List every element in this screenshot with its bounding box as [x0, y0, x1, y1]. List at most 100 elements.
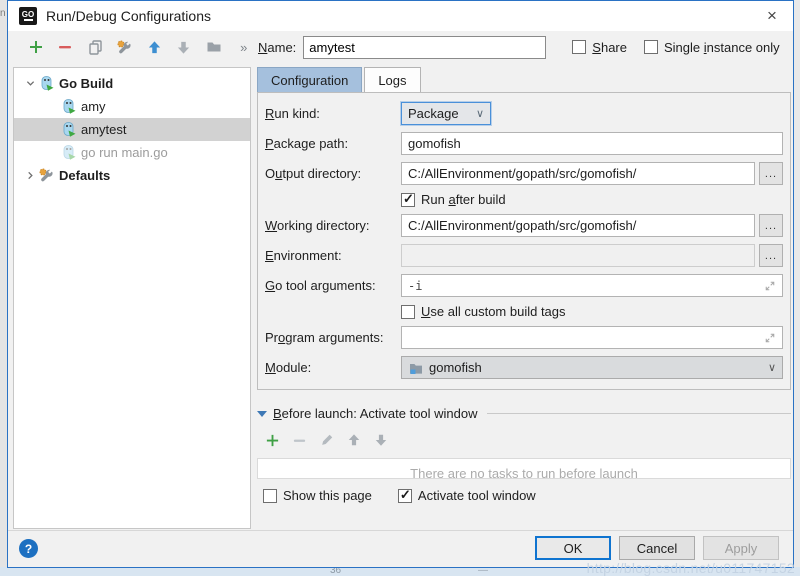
remove-icon: [57, 39, 73, 55]
move-down-icon: [374, 433, 388, 447]
working-directory-input[interactable]: C:/AllEnvironment/gopath/src/gomofish/: [401, 214, 755, 237]
tab-logs[interactable]: Logs: [364, 67, 420, 92]
single-instance-checkbox[interactable]: Single instance only: [644, 40, 780, 55]
tree-item-amy[interactable]: amy: [14, 95, 250, 118]
tab-configuration[interactable]: Configuration: [257, 67, 362, 92]
go-build-icon: [38, 75, 55, 92]
copy-icon: [87, 39, 104, 56]
edit-task-button[interactable]: [313, 429, 340, 451]
remove-icon: [292, 433, 307, 448]
output-directory-browse-button[interactable]: ...: [759, 162, 783, 185]
header-rule: [487, 413, 791, 414]
move-up-button[interactable]: [140, 36, 170, 58]
go-build-icon: [60, 121, 77, 138]
program-arguments-input[interactable]: [401, 326, 783, 349]
output-directory-input[interactable]: C:/AllEnvironment/gopath/src/gomofish/: [401, 162, 755, 185]
tree-item-label: amytest: [81, 122, 127, 137]
expand-field-icon[interactable]: [764, 332, 776, 344]
edit-defaults-button[interactable]: [110, 36, 140, 58]
activate-tool-window-checkbox[interactable]: Activate tool window: [398, 488, 536, 503]
activate-tool-window-label: Activate tool window: [418, 488, 536, 503]
collapse-triangle-icon[interactable]: [257, 411, 267, 417]
go-tool-arguments-value: -i: [408, 279, 422, 293]
show-this-page-checkbox[interactable]: Show this page: [263, 488, 372, 503]
goland-logo-icon: GO: [19, 7, 37, 25]
chevron-down-icon[interactable]: [22, 79, 38, 88]
run-kind-label: Run kind:: [265, 106, 401, 121]
working-directory-browse-button[interactable]: ...: [759, 214, 783, 237]
configuration-panel: Configuration Logs Run kind: Package ∨ P…: [257, 67, 791, 503]
module-select[interactable]: gomofish ∨: [401, 356, 783, 379]
show-this-page-label: Show this page: [283, 488, 372, 503]
share-checkbox-box: [572, 40, 586, 54]
run-debug-configurations-dialog: GO Run/Debug Configurations ×: [7, 0, 794, 568]
run-kind-value: Package: [408, 106, 459, 121]
activate-tool-window-checkbox-box: [398, 489, 412, 503]
module-value: gomofish: [429, 360, 482, 375]
environment-browse-button[interactable]: ...: [759, 244, 783, 267]
add-icon: [265, 433, 280, 448]
module-folder-icon: [408, 360, 424, 376]
tree-item-label: Go Build: [59, 76, 113, 91]
package-path-input[interactable]: gomofish: [401, 132, 783, 155]
name-label: Name:: [258, 40, 296, 55]
show-this-page-checkbox-box: [263, 489, 277, 503]
go-tool-arguments-label: Go tool arguments:: [265, 278, 401, 293]
tree-item-label: go run main.go: [81, 145, 168, 160]
environment-input[interactable]: [401, 244, 755, 267]
expand-field-icon[interactable]: [764, 280, 776, 292]
add-icon: [28, 39, 44, 55]
add-task-button[interactable]: [259, 429, 286, 451]
create-folder-button[interactable]: [199, 36, 229, 58]
run-after-build-checkbox[interactable]: Run after build: [401, 192, 506, 207]
use-all-custom-build-tags-label: Use all custom build tags: [421, 304, 566, 319]
wrench-gear-icon: [116, 39, 133, 56]
configuration-form: Run kind: Package ∨ Package path: gomofi…: [257, 92, 791, 390]
before-launch-header: Before launch: Activate tool window: [257, 406, 791, 421]
apply-button[interactable]: Apply: [703, 536, 779, 560]
name-input[interactable]: [303, 36, 546, 59]
copy-configuration-button[interactable]: [80, 36, 110, 58]
run-after-build-checkbox-box: [401, 193, 415, 207]
output-directory-value: C:/AllEnvironment/gopath/src/gomofish/: [408, 166, 636, 181]
ok-button[interactable]: OK: [535, 536, 611, 560]
more-icon: »: [240, 40, 246, 55]
tree-item-go-build[interactable]: Go Build: [14, 72, 250, 95]
defaults-wrench-icon: [38, 167, 55, 184]
chevron-right-icon[interactable]: [22, 171, 38, 180]
module-label: Module:: [265, 360, 401, 375]
tree-item-defaults[interactable]: Defaults: [14, 164, 250, 187]
program-arguments-label: Program arguments:: [265, 330, 401, 345]
watermark-text: http://blog.csdn.net/u011747152: [587, 560, 795, 576]
more-actions-button[interactable]: »: [228, 36, 258, 58]
task-move-down-button[interactable]: [367, 429, 394, 451]
output-directory-label: Output directory:: [265, 166, 401, 181]
remove-task-button[interactable]: [286, 429, 313, 451]
single-instance-checkbox-label: Single instance only: [664, 40, 780, 55]
move-up-icon: [147, 40, 162, 55]
cancel-button[interactable]: Cancel: [619, 536, 695, 560]
go-tool-arguments-input[interactable]: -i: [401, 274, 783, 297]
share-checkbox[interactable]: Share: [572, 40, 627, 55]
remove-configuration-button[interactable]: [51, 36, 81, 58]
run-kind-select[interactable]: Package ∨: [401, 102, 491, 125]
tree-item-amytest[interactable]: amytest: [14, 118, 250, 141]
add-configuration-button[interactable]: [21, 36, 51, 58]
empty-tasks-text: There are no tasks to run before launch: [410, 466, 638, 479]
move-down-icon: [176, 40, 191, 55]
use-all-custom-build-tags-checkbox[interactable]: Use all custom build tags: [401, 304, 566, 319]
before-launch-title: Before launch: Activate tool window: [273, 406, 478, 421]
chevron-down-icon: ∨: [476, 107, 484, 120]
page-option-checkboxes: Show this page Activate tool window: [257, 488, 791, 503]
share-checkbox-label: Share: [592, 40, 627, 55]
folder-icon: [206, 39, 222, 55]
go-build-icon: [60, 98, 77, 115]
run-after-build-label: Run after build: [421, 192, 506, 207]
task-move-up-button[interactable]: [340, 429, 367, 451]
close-icon[interactable]: ×: [751, 1, 793, 31]
background-left-sliver: n: [0, 0, 7, 576]
move-down-button[interactable]: [169, 36, 199, 58]
tree-item-go-run-main[interactable]: go run main.go: [14, 141, 250, 164]
move-up-icon: [347, 433, 361, 447]
before-launch-task-list: There are no tasks to run before launch: [257, 458, 791, 479]
